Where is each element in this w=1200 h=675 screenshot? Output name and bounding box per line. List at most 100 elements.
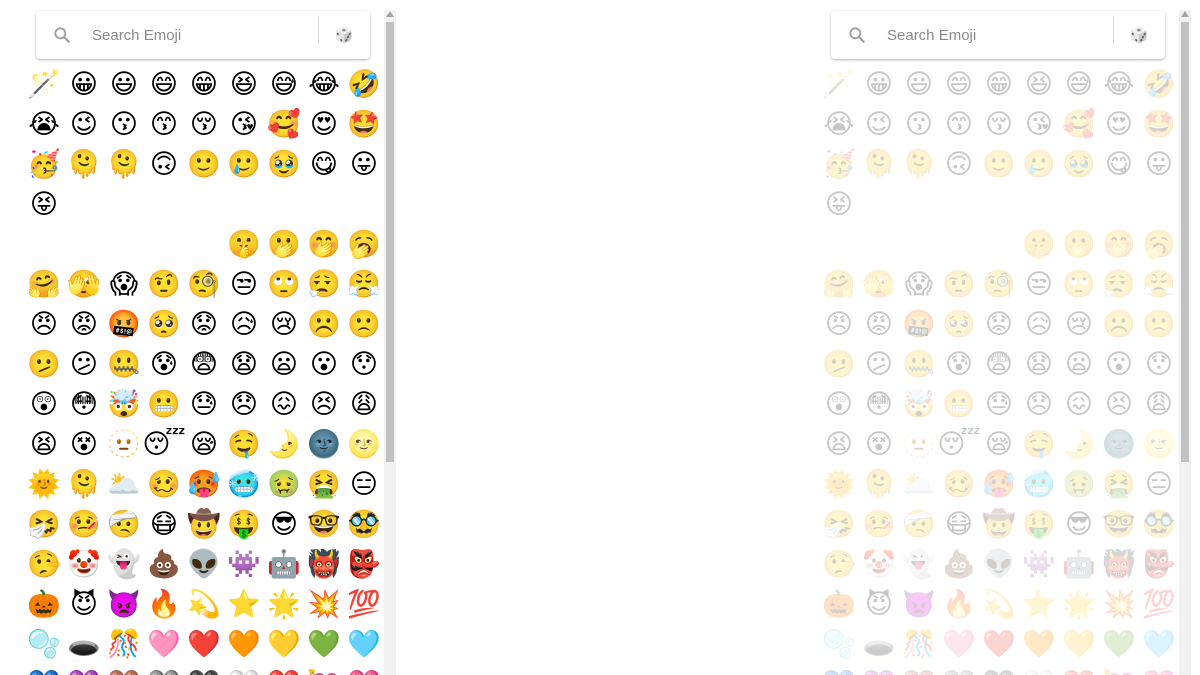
- emoji-button[interactable]: 🥰: [1059, 104, 1099, 144]
- emoji-button[interactable]: 😱: [899, 264, 939, 304]
- emoji-button[interactable]: 😷: [144, 504, 184, 544]
- emoji-button[interactable]: 😗: [899, 104, 939, 144]
- emoji-button[interactable]: ❤️: [264, 664, 304, 675]
- emoji-button[interactable]: 🤢: [1059, 464, 1099, 504]
- scrollbar-thumb[interactable]: [1181, 22, 1189, 462]
- emoji-button[interactable]: 🫤: [819, 344, 859, 384]
- emoji-button[interactable]: 👻: [104, 544, 144, 584]
- emoji-button[interactable]: 😕: [64, 344, 104, 384]
- emoji-button[interactable]: 🙁: [1139, 304, 1179, 344]
- emoji-button[interactable]: 🤭: [1099, 224, 1139, 264]
- emoji-button[interactable]: 💛: [1059, 624, 1099, 664]
- emoji-button[interactable]: 🫠: [64, 144, 104, 184]
- emoji-button[interactable]: 😵: [64, 424, 104, 464]
- emoji-button[interactable]: 😗: [104, 104, 144, 144]
- emoji-button[interactable]: 😞: [224, 384, 264, 424]
- emoji-button[interactable]: 👺: [1139, 544, 1179, 584]
- emoji-button[interactable]: 😖: [1059, 384, 1099, 424]
- emoji-button[interactable]: 🥲: [224, 144, 264, 184]
- emoji-button[interactable]: 💯: [1139, 584, 1179, 624]
- emoji-button[interactable]: 🩷: [939, 624, 979, 664]
- search-input[interactable]: [92, 23, 312, 47]
- emoji-button[interactable]: 😑: [1139, 464, 1179, 504]
- emoji-button[interactable]: 🥹: [1059, 144, 1099, 184]
- emoji-button[interactable]: 😤: [344, 264, 384, 304]
- emoji-button[interactable]: 🧡: [224, 624, 264, 664]
- emoji-button[interactable]: 🎊: [899, 624, 939, 664]
- emoji-button[interactable]: 🥸: [1139, 504, 1179, 544]
- random-emoji-button[interactable]: 🎲: [328, 21, 360, 49]
- emoji-button[interactable]: 🤓: [304, 504, 344, 544]
- emoji-button[interactable]: 🖤: [979, 664, 1019, 675]
- emoji-button[interactable]: 🌛: [1059, 424, 1099, 464]
- emoji-button[interactable]: 🙂: [184, 144, 224, 184]
- emoji-button[interactable]: 😋: [1099, 144, 1139, 184]
- emoji-button[interactable]: 💫: [979, 584, 1019, 624]
- emoji-button[interactable]: 😡: [64, 304, 104, 344]
- emoji-button[interactable]: 🤬: [104, 304, 144, 344]
- emoji-button[interactable]: 🥸: [344, 504, 384, 544]
- emoji-button[interactable]: 🤗: [24, 264, 64, 304]
- emoji-button[interactable]: 😪: [979, 424, 1019, 464]
- emoji-button[interactable]: 😈: [64, 584, 104, 624]
- emoji-button[interactable]: 🤤: [224, 424, 264, 464]
- emoji-button[interactable]: 😦: [1059, 344, 1099, 384]
- emoji-button[interactable]: 👿: [104, 584, 144, 624]
- emoji-button[interactable]: 😟: [979, 304, 1019, 344]
- emoji-button[interactable]: 🥴: [939, 464, 979, 504]
- emoji-button[interactable]: 🤮: [1099, 464, 1139, 504]
- emoji-button[interactable]: 🤢: [264, 464, 304, 504]
- emoji-button[interactable]: 🤗: [819, 264, 859, 304]
- emoji-button[interactable]: 🤧: [24, 504, 64, 544]
- emoji-button[interactable]: 😥: [1019, 304, 1059, 344]
- emoji-button[interactable]: 🫢: [1059, 224, 1099, 264]
- emoji-button[interactable]: 🤒: [64, 504, 104, 544]
- emoji-button[interactable]: 🤫: [224, 224, 264, 264]
- emoji-button[interactable]: 😘: [224, 104, 264, 144]
- emoji-button[interactable]: 😮‍💨: [304, 264, 344, 304]
- emoji-button[interactable]: 😧: [224, 344, 264, 384]
- emoji-button[interactable]: 😝: [819, 184, 859, 224]
- emoji-button[interactable]: 😬: [939, 384, 979, 424]
- emoji-button[interactable]: 🌟: [264, 584, 304, 624]
- emoji-button[interactable]: 🤠: [979, 504, 1019, 544]
- emoji-button[interactable]: 😑: [344, 464, 384, 504]
- emoji-button[interactable]: ☹️: [1099, 304, 1139, 344]
- emoji-button[interactable]: 😀: [64, 64, 104, 104]
- emoji-button[interactable]: 🕳️: [859, 624, 899, 664]
- emoji-button[interactable]: 😮‍💨: [1099, 264, 1139, 304]
- emoji-button[interactable]: 😳: [859, 384, 899, 424]
- emoji-button[interactable]: 🫠: [64, 464, 104, 504]
- emoji-button[interactable]: 🪄: [819, 64, 859, 104]
- emoji-button[interactable]: 🫢: [264, 224, 304, 264]
- emoji-button[interactable]: 🥱: [1139, 224, 1179, 264]
- emoji-button[interactable]: 🙂: [979, 144, 1019, 184]
- emoji-button[interactable]: 😴: [937, 424, 980, 464]
- emoji-button[interactable]: 💥: [1099, 584, 1139, 624]
- emoji-button[interactable]: 🤒: [859, 504, 899, 544]
- emoji-button[interactable]: ❤️: [979, 624, 1019, 664]
- emoji-button[interactable]: 🤓: [1099, 504, 1139, 544]
- emoji-button[interactable]: 🩵: [1139, 624, 1179, 664]
- emoji-button[interactable]: 👿: [899, 584, 939, 624]
- emoji-button[interactable]: 🙄: [264, 264, 304, 304]
- emoji-button[interactable]: ❤️: [184, 624, 224, 664]
- emoji-button[interactable]: 🤠: [184, 504, 224, 544]
- emoji-button[interactable]: 💙: [24, 664, 64, 675]
- emoji-button[interactable]: 😵: [859, 424, 899, 464]
- emoji-button[interactable]: 💚: [1099, 624, 1139, 664]
- emoji-button[interactable]: 🫤: [24, 344, 64, 384]
- emoji-button[interactable]: 😩: [344, 384, 384, 424]
- emoji-button[interactable]: 👽: [184, 544, 224, 584]
- emoji-button[interactable]: 👾: [1019, 544, 1059, 584]
- emoji-button[interactable]: ⭐: [1019, 584, 1059, 624]
- emoji-button[interactable]: 🤧: [819, 504, 859, 544]
- emoji-button[interactable]: 🧐: [184, 264, 224, 304]
- emoji-button[interactable]: 😞: [1019, 384, 1059, 424]
- emoji-button[interactable]: 😡: [859, 304, 899, 344]
- emoji-button[interactable]: 😂: [1099, 64, 1139, 104]
- emoji-button[interactable]: 😘: [1019, 104, 1059, 144]
- emoji-button[interactable]: 😛: [1139, 144, 1179, 184]
- emoji-button[interactable]: 😙: [144, 104, 184, 144]
- emoji-button[interactable]: ⭐: [224, 584, 264, 624]
